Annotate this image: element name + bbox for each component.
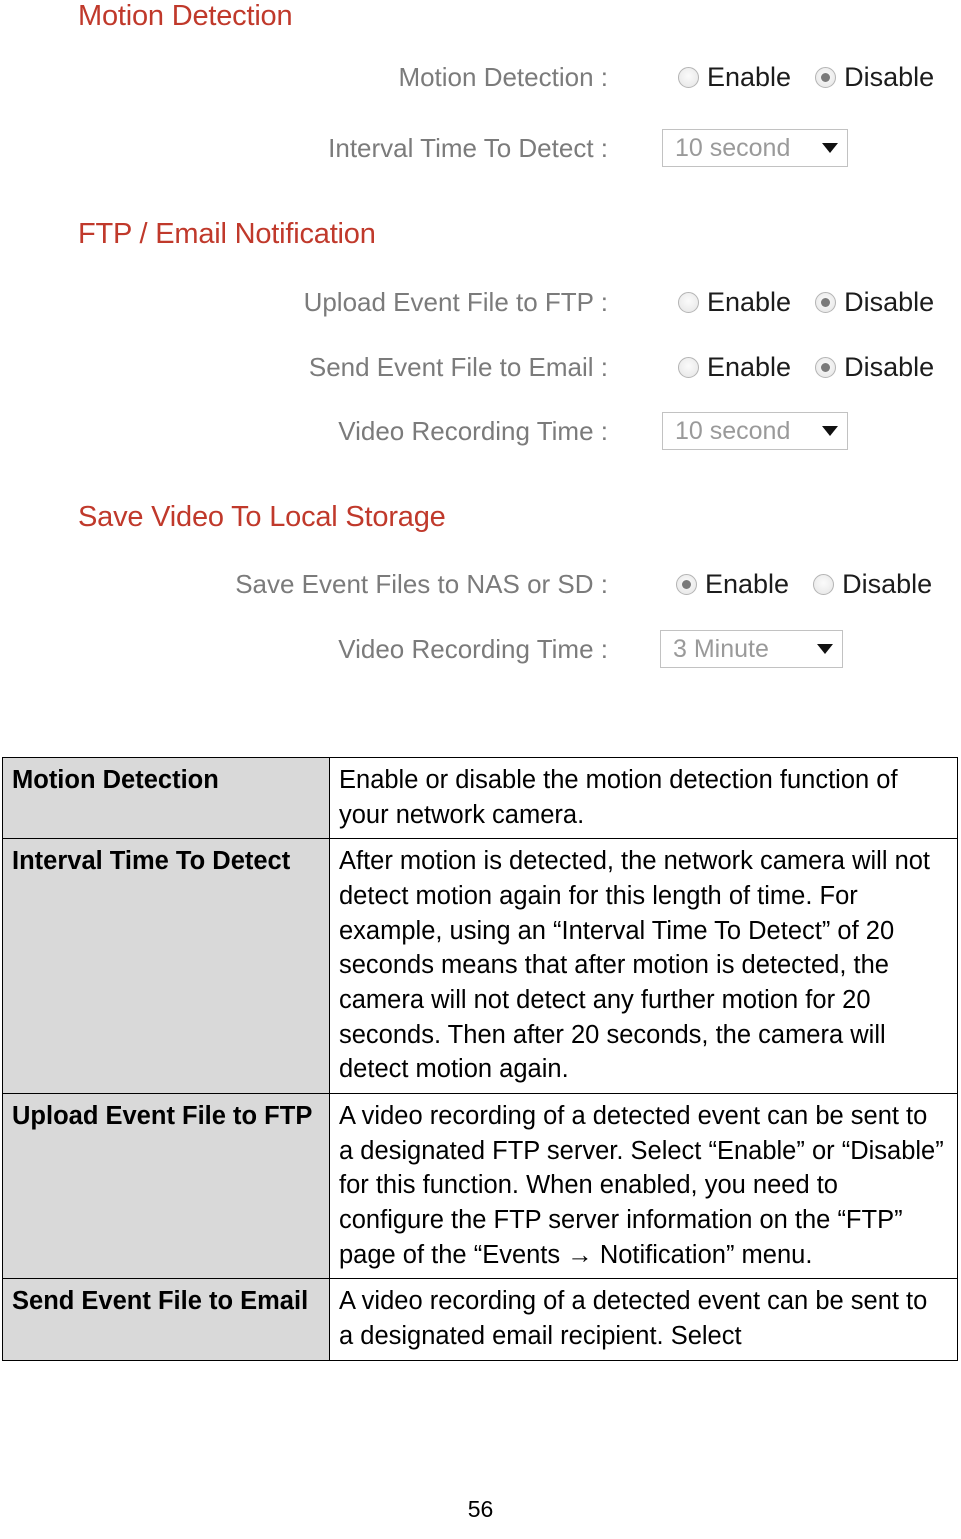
radio-send-email-enable[interactable]: Enable bbox=[678, 351, 792, 382]
radio-selected-icon[interactable] bbox=[676, 573, 697, 595]
radio-label-enable: Enable bbox=[707, 286, 792, 317]
form-row-send-event-file-to-email: Send Event File to Email : Enable Disabl… bbox=[0, 346, 961, 388]
select-video-recording-time-local[interactable]: 3 Minute bbox=[660, 630, 843, 668]
table-row: Send Event File to Email A video recordi… bbox=[2, 1278, 958, 1361]
radio-label-enable: Enable bbox=[705, 568, 790, 599]
form-row-upload-event-file-to-ftp: Upload Event File to FTP : Enable Disabl… bbox=[0, 281, 961, 323]
section-heading-ftp-email-notification: FTP / Email Notification bbox=[78, 218, 376, 250]
radio-upload-ftp-enable[interactable]: Enable bbox=[678, 286, 792, 317]
radio-motion-detection-enable[interactable]: Enable bbox=[678, 61, 792, 92]
label-upload-event-file-to-ftp: Upload Event File to FTP : bbox=[303, 287, 608, 317]
radio-motion-detection-disable[interactable]: Disable bbox=[815, 61, 935, 92]
radio-group-upload-event-file-to-ftp[interactable]: Enable Disable bbox=[678, 281, 934, 323]
label-send-event-file-to-email: Send Event File to Email : bbox=[308, 352, 608, 382]
radio-unselected-icon[interactable] bbox=[678, 356, 699, 378]
table-cell-value: A video recording of a detected event ca… bbox=[329, 1093, 958, 1280]
camera-settings-screenshot: Motion Detection Motion Detection : Enab… bbox=[0, 0, 961, 700]
radio-unselected-icon[interactable] bbox=[678, 66, 699, 88]
radio-save-nas-disable[interactable]: Disable bbox=[813, 568, 933, 599]
select-value: 10 second bbox=[675, 133, 791, 162]
chevron-down-icon[interactable] bbox=[822, 426, 838, 436]
radio-label-enable: Enable bbox=[707, 61, 792, 92]
label-motion-detection: Motion Detection : bbox=[398, 62, 608, 92]
table-cell-key: Interval Time To Detect bbox=[2, 838, 330, 1095]
form-row-save-event-files-to-nas-or-sd: Save Event Files to NAS or SD : Enable D… bbox=[0, 563, 961, 605]
radio-label-disable: Disable bbox=[844, 61, 935, 92]
radio-selected-icon[interactable] bbox=[815, 66, 837, 88]
label-save-event-files-to-nas-or-sd: Save Event Files to NAS or SD : bbox=[235, 569, 608, 599]
table-cell-value: A video recording of a detected event ca… bbox=[329, 1278, 958, 1361]
table-cell-key: Upload Event File to FTP bbox=[2, 1093, 330, 1280]
radio-label-disable: Disable bbox=[844, 286, 935, 317]
table-cell-key: Send Event File to Email bbox=[2, 1278, 330, 1361]
table-row: Upload Event File to FTP A video recordi… bbox=[2, 1093, 958, 1280]
table-cell-value: After motion is detected, the network ca… bbox=[329, 838, 958, 1095]
radio-label-disable: Disable bbox=[842, 568, 933, 599]
form-row-motion-detection: Motion Detection : Enable Disable bbox=[0, 56, 961, 98]
select-value: 3 Minute bbox=[673, 634, 769, 663]
radio-group-save-event-files-to-nas-or-sd[interactable]: Enable Disable bbox=[676, 563, 932, 605]
label-video-recording-time-local: Video Recording Time : bbox=[338, 634, 608, 664]
radio-save-nas-enable[interactable]: Enable bbox=[676, 568, 790, 599]
section-heading-motion-detection: Motion Detection bbox=[78, 0, 293, 32]
table-cell-value: Enable or disable the motion detection f… bbox=[329, 756, 958, 840]
radio-group-send-event-file-to-email[interactable]: Enable Disable bbox=[678, 346, 934, 388]
form-row-video-recording-time-ftp: Video Recording Time : 10 second bbox=[0, 410, 961, 452]
label-video-recording-time-ftp: Video Recording Time : bbox=[338, 416, 608, 446]
radio-label-enable: Enable bbox=[707, 351, 792, 382]
select-value: 10 second bbox=[675, 416, 791, 445]
radio-selected-icon[interactable] bbox=[815, 356, 837, 378]
form-row-video-recording-time-local: Video Recording Time : 3 Minute bbox=[0, 628, 961, 670]
radio-upload-ftp-disable[interactable]: Disable bbox=[815, 286, 935, 317]
settings-description-table: Motion Detection Enable or disable the m… bbox=[2, 756, 958, 1361]
select-video-recording-time-ftp[interactable]: 10 second bbox=[662, 412, 848, 450]
page-number: 56 bbox=[467, 1496, 494, 1522]
table-row: Motion Detection Enable or disable the m… bbox=[2, 756, 958, 840]
chevron-down-icon[interactable] bbox=[817, 644, 833, 654]
label-interval-time-to-detect: Interval Time To Detect : bbox=[328, 133, 608, 163]
radio-send-email-disable[interactable]: Disable bbox=[815, 351, 935, 382]
section-heading-save-video-to-local-storage: Save Video To Local Storage bbox=[78, 501, 446, 533]
chevron-down-icon[interactable] bbox=[822, 143, 838, 153]
select-interval-time-to-detect[interactable]: 10 second bbox=[662, 129, 848, 167]
radio-label-disable: Disable bbox=[844, 351, 935, 382]
radio-selected-icon[interactable] bbox=[815, 291, 837, 313]
radio-unselected-icon[interactable] bbox=[678, 291, 699, 313]
table-row: Interval Time To Detect After motion is … bbox=[2, 838, 958, 1095]
radio-group-motion-detection[interactable]: Enable Disable bbox=[678, 56, 934, 98]
radio-unselected-icon[interactable] bbox=[813, 573, 835, 595]
form-row-interval-time: Interval Time To Detect : 10 second bbox=[0, 127, 961, 169]
table-cell-key: Motion Detection bbox=[2, 756, 330, 840]
